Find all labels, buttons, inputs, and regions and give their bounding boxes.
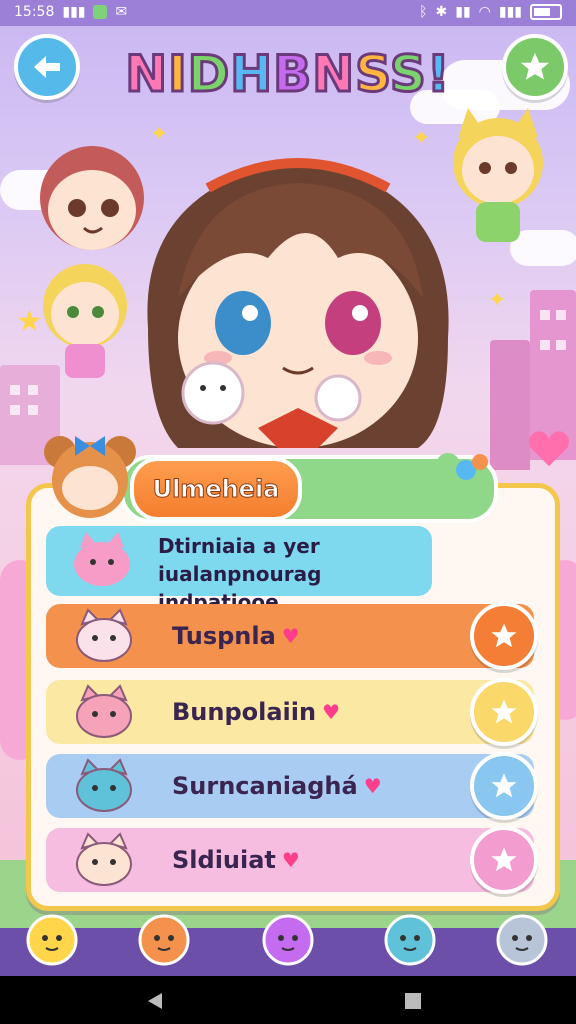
favorite-star-button[interactable] xyxy=(470,826,538,894)
cat-mascot-icon xyxy=(384,914,436,966)
star-icon xyxy=(491,699,517,724)
app-title: NIDHBNSS! xyxy=(124,44,451,105)
back-triangle-icon[interactable] xyxy=(146,992,164,1010)
character-name-text: Tuspnla xyxy=(172,622,276,650)
battery-icon xyxy=(530,4,562,20)
cell-signal-icon: ▮▮▮ xyxy=(498,4,522,20)
character-avatar xyxy=(76,832,132,886)
blonde-cat-girl-character xyxy=(43,264,127,378)
favorite-star-button[interactable] xyxy=(470,752,538,820)
favorite-button[interactable] xyxy=(502,34,568,100)
app-notification-icon xyxy=(93,5,108,19)
section-label: Ulmeheia xyxy=(130,457,302,521)
pink-cat-avatar xyxy=(74,532,130,586)
main-character-illustration xyxy=(147,158,449,448)
character-name: Tuspnla ♥ xyxy=(172,622,300,650)
signal-bars-icon: ▮▮ xyxy=(455,4,471,20)
wifi-icon: ◠ xyxy=(478,4,491,20)
star-icon xyxy=(491,623,517,648)
home-square-icon[interactable] xyxy=(404,992,422,1010)
heart-icon xyxy=(529,431,569,467)
character-name: Sldiuiat ♥ xyxy=(172,846,300,874)
system-navigation-bar xyxy=(0,976,576,1024)
signal-icon: ▮▮▮ xyxy=(62,4,86,20)
blonde-cat-ear-girl-character xyxy=(453,108,543,242)
bird-icon xyxy=(262,914,314,966)
intro-line-1: Dtirniaia a yer iualanpnourag xyxy=(158,534,322,586)
heart-icon: ♥ xyxy=(281,624,300,648)
star-character-icon xyxy=(26,914,78,966)
character-row[interactable]: Sldiuiat ♥ xyxy=(46,826,538,894)
character-name-text: Surncaniaghá xyxy=(172,772,358,800)
character-row[interactable]: Bunpolaiin ♥ xyxy=(46,678,538,746)
heart-icon: ♥ xyxy=(363,774,382,798)
message-icon: ✉ xyxy=(115,4,128,20)
red-hair-boy-character xyxy=(40,146,144,250)
status-time: 15:58 xyxy=(14,4,55,20)
intro-banner: Dtirniaia a yer iualanpnourag indpatiooe xyxy=(46,526,432,614)
character-name-text: Sldiuiat xyxy=(172,846,276,874)
star-icon xyxy=(520,52,550,80)
character-row[interactable]: Tuspnla ♥ xyxy=(46,602,538,670)
character-avatar xyxy=(76,684,132,738)
character-name-text: Bunpolaiin xyxy=(172,698,317,726)
robot-icon xyxy=(496,914,548,966)
decor-balls-icon xyxy=(436,453,488,480)
favorite-star-button[interactable] xyxy=(470,678,538,746)
character-row[interactable]: Surncaniaghá ♥ xyxy=(46,752,538,820)
back-arrow-icon xyxy=(34,56,60,78)
favorite-star-button[interactable] xyxy=(470,602,538,670)
compass-icon xyxy=(138,914,190,966)
character-name: Bunpolaiin ♥ xyxy=(172,698,340,726)
heart-icon: ♥ xyxy=(322,700,341,724)
character-name: Surncaniaghá ♥ xyxy=(172,772,382,800)
bear-mascot-icon xyxy=(44,436,136,518)
sparkle-icon: ✦ xyxy=(488,288,507,313)
status-bar: 15:58 ▮▮▮ ✉ ᛒ ✱ ▮▮ ◠ ▮▮▮ xyxy=(0,0,576,26)
vibrate-icon: ✱ xyxy=(435,4,448,20)
star-icon xyxy=(491,847,517,872)
bluetooth-icon: ᛒ xyxy=(419,4,428,20)
heart-icon: ♥ xyxy=(281,848,300,872)
character-avatar xyxy=(76,608,132,662)
character-avatar xyxy=(76,758,132,812)
star-icon xyxy=(491,773,517,798)
back-button[interactable] xyxy=(14,34,80,100)
